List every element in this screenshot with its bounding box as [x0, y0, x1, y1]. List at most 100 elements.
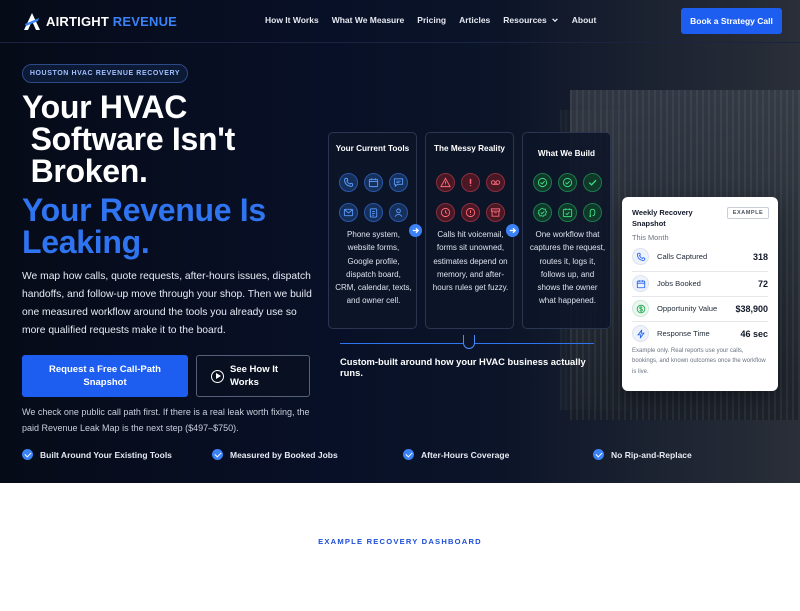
section-eyebrow: EXAMPLE RECOVERY DASHBOARD	[318, 537, 482, 546]
snapshot-label: Calls Captured	[657, 252, 708, 261]
headline-line-3: Broken.	[22, 153, 148, 189]
clipboard-icon	[364, 203, 383, 222]
chat-icon	[389, 173, 408, 192]
diagram-caption: Custom-built around how your HVAC busine…	[340, 356, 586, 378]
feature-label: No Rip-and-Replace	[611, 449, 692, 460]
card-title: What We Build	[537, 149, 596, 158]
arrow-right-icon	[409, 224, 422, 237]
snapshot-value: 46 sec	[740, 328, 768, 339]
feature-after-hours: After-Hours Coverage	[403, 449, 509, 460]
divider	[632, 321, 768, 322]
timeline-node	[463, 335, 475, 349]
nav-link-about[interactable]: About	[572, 15, 597, 25]
card-current-tools: Your Current Tools Phone system, website…	[328, 132, 417, 329]
calendar-icon	[632, 275, 649, 292]
weekly-recovery-snapshot-card: Weekly Recovery Snapshot This Month Call…	[622, 197, 778, 391]
brand-name-accent: REVENUE	[112, 13, 178, 29]
snapshot-value: $38,900	[735, 303, 768, 314]
snapshot-title: Weekly Recovery Snapshot	[632, 208, 693, 228]
chevron-down-icon	[551, 18, 558, 23]
feature-label: Built Around Your Existing Tools	[40, 449, 172, 460]
snapshot-label: Response Time	[657, 329, 710, 338]
headline-white: Your HVAC Software Isn't Broken.	[22, 91, 235, 187]
calendar-icon	[364, 173, 383, 192]
arrow-right-icon	[506, 224, 519, 237]
nav-link-articles[interactable]: Articles	[459, 15, 490, 25]
snapshot-value: 72	[757, 278, 768, 289]
card-icon-grid	[531, 173, 604, 222]
divider	[632, 296, 768, 297]
nav-link-resources-label: Resources	[503, 15, 547, 25]
nav-link-pricing[interactable]: Pricing	[417, 15, 446, 25]
hero-section: AIRTIGHT REVENUE How It Works What We Me…	[0, 0, 800, 483]
hero-intro: We map how calls, quote requests, after-…	[22, 271, 312, 336]
nav-links: How It Works What We Measure Pricing Art…	[265, 15, 609, 25]
book-strategy-call-button[interactable]: Book a Strategy Call	[681, 8, 782, 34]
route-icon	[583, 203, 602, 222]
feature-booked-jobs: Measured by Booked Jobs	[212, 449, 338, 460]
brand-logo[interactable]: AIRTIGHT REVENUE	[22, 11, 177, 31]
check-badge-icon	[403, 449, 414, 460]
top-navigation: AIRTIGHT REVENUE How It Works What We Me…	[0, 0, 800, 43]
card-text: Calls hit voicemail, forms sit unowned, …	[432, 230, 509, 293]
example-badge: EXAMPLE	[727, 207, 769, 219]
see-how-it-works-button[interactable]: See How It Works	[196, 355, 310, 397]
brand-name-main: AIRTIGHT	[46, 13, 109, 29]
card-messy-reality: The Messy Reality Calls hit voicemail, f…	[425, 132, 514, 329]
phone-icon	[632, 248, 649, 265]
feature-checklist: Built Around Your Existing Tools Measure…	[22, 449, 722, 463]
logo-a-icon	[22, 11, 42, 31]
divider	[632, 271, 768, 272]
badge-check-icon	[533, 203, 552, 222]
feature-existing-tools: Built Around Your Existing Tools	[22, 449, 172, 460]
card-icon-grid	[434, 173, 507, 222]
snapshot-row-opportunity: Opportunity Value $38,900	[632, 299, 768, 318]
request-snapshot-button[interactable]: Request a Free Call-Path Snapshot	[22, 355, 188, 397]
nav-link-what-we-measure[interactable]: What We Measure	[332, 15, 405, 25]
alert-circle-icon	[461, 203, 480, 222]
nav-link-how-it-works[interactable]: How It Works	[265, 15, 319, 25]
snapshot-label: Jobs Booked	[657, 279, 701, 288]
check-badge-icon	[22, 449, 33, 460]
eyebrow-badge: HOUSTON HVAC REVENUE RECOVERY	[22, 64, 188, 83]
check-badge-icon	[593, 449, 604, 460]
card-title: Your Current Tools	[335, 144, 410, 153]
headline-blue-line-2: Leaking.	[22, 224, 150, 260]
headline-line-1: Your HVAC	[22, 89, 188, 125]
card-icon-grid	[337, 173, 410, 222]
archive-icon	[486, 203, 505, 222]
headline-blue: Your Revenue Is Leaking.	[22, 194, 266, 258]
mail-icon	[339, 203, 358, 222]
snapshot-row-jobs: Jobs Booked 72	[632, 274, 768, 293]
brand-name: AIRTIGHT REVENUE	[46, 14, 177, 29]
headline-line-2: Software Isn't	[22, 121, 236, 157]
check-circle-icon	[558, 173, 577, 192]
card-text: Phone system, website forms, Google prof…	[335, 230, 412, 306]
card-text: One workflow that captures the request, …	[529, 230, 606, 306]
hero-note: We check one public call path first. If …	[22, 407, 310, 433]
snapshot-value: 318	[752, 251, 768, 262]
warning-icon	[436, 173, 455, 192]
user-icon	[389, 203, 408, 222]
see-how-it-works-label: See How It Works	[230, 364, 279, 388]
nav-link-resources[interactable]: Resources	[503, 15, 558, 25]
feature-label: After-Hours Coverage	[421, 449, 510, 460]
exclamation-icon	[461, 173, 480, 192]
feature-no-rip-replace: No Rip-and-Replace	[593, 449, 692, 460]
feature-label: Measured by Booked Jobs	[230, 449, 338, 460]
voicemail-icon	[486, 173, 505, 192]
snapshot-row-calls: Calls Captured 318	[632, 247, 768, 266]
snapshot-row-response: Response Time 46 sec	[632, 324, 768, 343]
check-circle-icon	[533, 173, 552, 192]
clock-icon	[436, 203, 455, 222]
card-title: The Messy Reality	[434, 144, 505, 153]
calendar-check-icon	[558, 203, 577, 222]
dollar-icon	[632, 300, 649, 317]
snapshot-note: Example only. Real reports use your call…	[632, 348, 766, 375]
headline-blue-line-1: Your Revenue Is	[22, 192, 266, 228]
card-what-we-build: What We Build One workflow that captures…	[522, 132, 611, 329]
snapshot-label: Opportunity Value	[657, 304, 718, 313]
check-badge-icon	[212, 449, 223, 460]
bolt-icon	[632, 325, 649, 342]
phone-icon	[339, 173, 358, 192]
